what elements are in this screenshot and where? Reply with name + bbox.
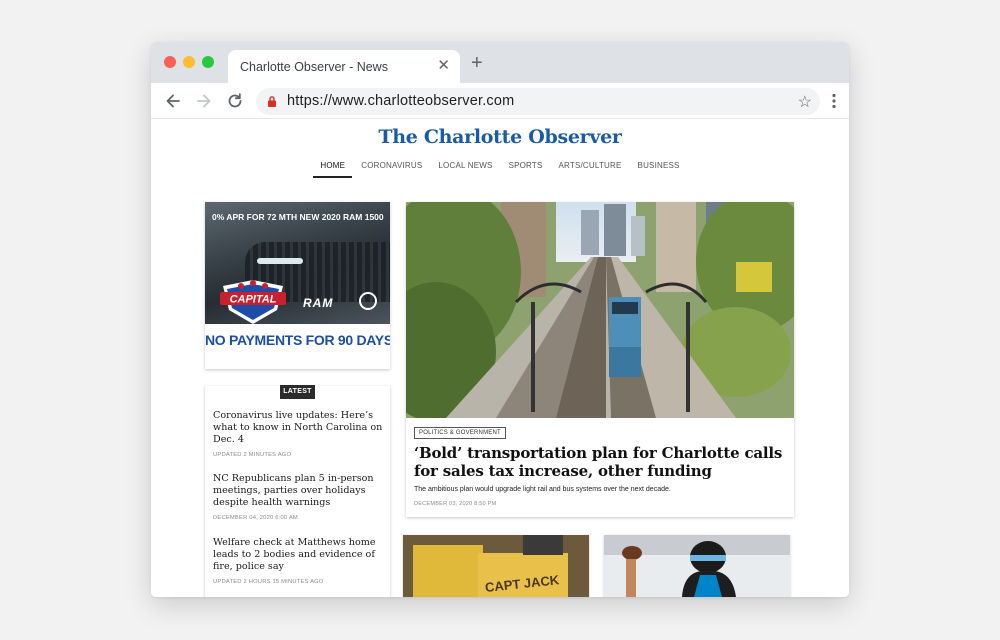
reload-icon[interactable]: [225, 91, 245, 111]
lock-icon: [268, 96, 276, 107]
nav-sports[interactable]: SPORTS: [502, 157, 550, 178]
svg-text:CAPITAL: CAPITAL: [230, 294, 277, 306]
latest-news-panel: LATEST Coronavirus live updates: Here’s …: [205, 385, 390, 597]
football-player-photo: [604, 535, 790, 597]
story-timestamp: UPDATED 2 MINUTES AGO: [213, 452, 292, 458]
feature-story[interactable]: POLITICS & GOVERNMENT ‘Bold’ transportat…: [406, 202, 794, 517]
capital-dealer-logo: CAPITAL: [220, 280, 286, 324]
feature-timestamp: DECEMBER 03, 2020 8:50 PM: [414, 501, 497, 507]
truck-headlight-shape: [257, 258, 303, 264]
url-text: https://www.charlotteobserver.com: [287, 93, 515, 109]
ram-wordmark: RAM: [303, 296, 334, 310]
nav-local-news[interactable]: LOCAL NEWS: [431, 157, 499, 178]
masthead-logo[interactable]: The Charlotte Observer: [151, 126, 849, 148]
address-bar[interactable]: https://www.charlotteobserver.com ☆: [256, 88, 820, 115]
more-menu-icon[interactable]: [831, 93, 837, 109]
minimize-window-button[interactable]: [183, 56, 195, 68]
site-header: The Charlotte Observer HOME CORONAVIRUS …: [151, 119, 849, 180]
forward-arrow-icon[interactable]: [194, 91, 214, 111]
feature-headline[interactable]: ‘Bold’ transportation plan for Charlotte…: [414, 444, 786, 480]
browser-toolbar: https://www.charlotteobserver.com ☆: [151, 83, 849, 119]
close-tab-icon[interactable]: ✕: [437, 57, 450, 75]
latest-badge: LATEST: [280, 385, 315, 399]
new-tab-icon[interactable]: +: [471, 53, 483, 73]
bookmark-star-icon[interactable]: ☆: [798, 92, 812, 112]
list-item[interactable]: Coronavirus live updates: Here’s what to…: [213, 410, 383, 458]
tab-title: Charlotte Observer - News: [240, 60, 388, 74]
advertisement[interactable]: 0% APR FOR 72 MTH NEW 2020 RAM 1500 CAPI…: [205, 202, 390, 369]
page-content: 0% APR FOR 72 MTH NEW 2020 RAM 1500 CAPI…: [151, 180, 849, 597]
nav-coronavirus[interactable]: CORONAVIRUS: [354, 157, 429, 178]
capt-jack-photo: CAPT JACK: [403, 535, 589, 597]
nav-arts-culture[interactable]: ARTS/CULTURE: [552, 157, 629, 178]
story-card-right[interactable]: [604, 535, 790, 597]
list-item[interactable]: Welfare check at Matthews home leads to …: [213, 537, 383, 585]
browser-tab[interactable]: Charlotte Observer - News ✕: [228, 50, 460, 83]
story-headline[interactable]: NC Republicans plan 5 in-person meetings…: [213, 473, 383, 509]
site-nav: HOME CORONAVIRUS LOCAL NEWS SPORTS ARTS/…: [151, 157, 849, 178]
nav-home[interactable]: HOME: [313, 157, 353, 178]
story-timestamp: UPDATED 2 HOURS 15 MINUTES AGO: [213, 579, 324, 585]
ad-truck-image: 0% APR FOR 72 MTH NEW 2020 RAM 1500 CAPI…: [205, 202, 390, 324]
light-rail-photo[interactable]: [406, 202, 794, 418]
story-timestamp: DECEMBER 04, 2020 6:00 AM: [213, 515, 298, 521]
close-window-button[interactable]: [164, 56, 176, 68]
tab-strip: Charlotte Observer - News ✕ +: [151, 42, 849, 83]
browser-window: Charlotte Observer - News ✕ + https://ww…: [151, 42, 849, 597]
list-item[interactable]: NC Republicans plan 5 in-person meetings…: [213, 473, 383, 521]
story-card-left[interactable]: CAPT JACK: [403, 535, 589, 597]
section-tag[interactable]: POLITICS & GOVERNMENT: [414, 427, 506, 439]
story-headline[interactable]: Welfare check at Matthews home leads to …: [213, 537, 383, 573]
ram-badge-icon: [359, 292, 377, 310]
ad-offer-text: 0% APR FOR 72 MTH NEW 2020 RAM 1500: [212, 212, 384, 222]
back-arrow-icon[interactable]: [163, 91, 183, 111]
story-headline[interactable]: Coronavirus live updates: Here’s what to…: [213, 410, 383, 446]
nav-business[interactable]: BUSINESS: [631, 157, 687, 178]
feature-summary: The ambitious plan would upgrade light r…: [414, 486, 671, 493]
ad-headline: NO PAYMENTS FOR 90 DAYS: [205, 332, 390, 348]
maximize-window-button[interactable]: [202, 56, 214, 68]
